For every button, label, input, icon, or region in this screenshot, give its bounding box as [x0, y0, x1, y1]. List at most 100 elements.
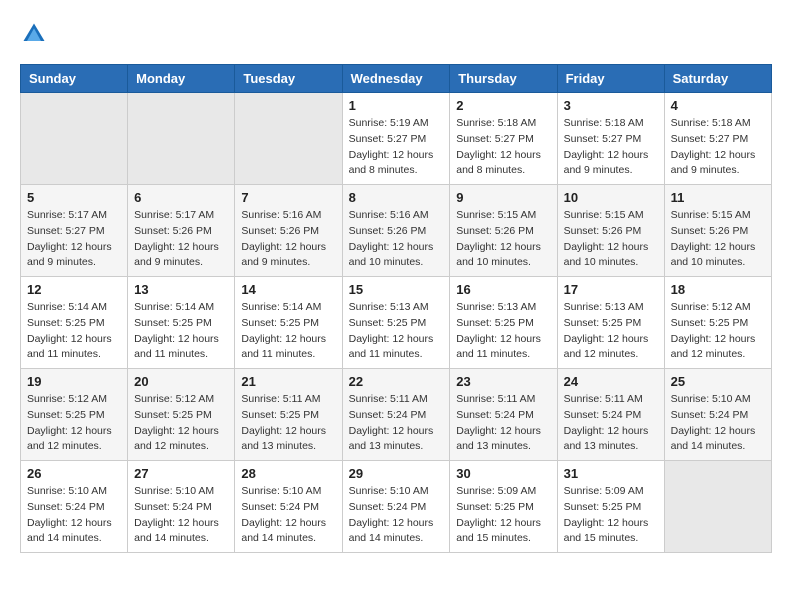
column-header-monday: Monday	[128, 65, 235, 93]
day-info: Sunrise: 5:16 AMSunset: 5:26 PMDaylight:…	[241, 208, 335, 271]
calendar-week-row: 19 Sunrise: 5:12 AMSunset: 5:25 PMDayligh…	[21, 369, 772, 461]
day-number: 12	[27, 282, 121, 297]
day-info: Sunrise: 5:12 AMSunset: 5:25 PMDaylight:…	[27, 392, 121, 455]
day-number: 7	[241, 190, 335, 205]
calendar-week-row: 1 Sunrise: 5:19 AMSunset: 5:27 PMDaylight…	[21, 93, 772, 185]
calendar-day-cell: 2 Sunrise: 5:18 AMSunset: 5:27 PMDaylight…	[450, 93, 557, 185]
day-info: Sunrise: 5:13 AMSunset: 5:25 PMDaylight:…	[456, 300, 550, 363]
day-number: 3	[564, 98, 658, 113]
calendar-day-cell: 7 Sunrise: 5:16 AMSunset: 5:26 PMDaylight…	[235, 185, 342, 277]
calendar-day-cell: 1 Sunrise: 5:19 AMSunset: 5:27 PMDaylight…	[342, 93, 450, 185]
day-number: 28	[241, 466, 335, 481]
day-number: 31	[564, 466, 658, 481]
calendar-day-cell: 24 Sunrise: 5:11 AMSunset: 5:24 PMDayligh…	[557, 369, 664, 461]
calendar-day-cell: 16 Sunrise: 5:13 AMSunset: 5:25 PMDayligh…	[450, 277, 557, 369]
day-number: 30	[456, 466, 550, 481]
column-header-sunday: Sunday	[21, 65, 128, 93]
day-number: 26	[27, 466, 121, 481]
calendar-day-cell: 12 Sunrise: 5:14 AMSunset: 5:25 PMDayligh…	[21, 277, 128, 369]
day-number: 29	[349, 466, 444, 481]
day-info: Sunrise: 5:10 AMSunset: 5:24 PMDaylight:…	[134, 484, 228, 547]
logo-icon	[20, 20, 48, 48]
calendar-day-cell: 30 Sunrise: 5:09 AMSunset: 5:25 PMDayligh…	[450, 461, 557, 553]
calendar-day-cell: 23 Sunrise: 5:11 AMSunset: 5:24 PMDayligh…	[450, 369, 557, 461]
day-number: 1	[349, 98, 444, 113]
day-info: Sunrise: 5:18 AMSunset: 5:27 PMDaylight:…	[456, 116, 550, 179]
day-info: Sunrise: 5:14 AMSunset: 5:25 PMDaylight:…	[27, 300, 121, 363]
calendar-week-row: 12 Sunrise: 5:14 AMSunset: 5:25 PMDayligh…	[21, 277, 772, 369]
page-header	[20, 20, 772, 48]
day-info: Sunrise: 5:10 AMSunset: 5:24 PMDaylight:…	[27, 484, 121, 547]
calendar-day-cell: 22 Sunrise: 5:11 AMSunset: 5:24 PMDayligh…	[342, 369, 450, 461]
calendar-day-cell: 6 Sunrise: 5:17 AMSunset: 5:26 PMDaylight…	[128, 185, 235, 277]
calendar-day-cell: 4Sunrise: 5:18 AMSunset: 5:27 PMDaylight…	[664, 93, 771, 185]
day-number: 16	[456, 282, 550, 297]
day-info: Sunrise: 5:12 AMSunset: 5:25 PMDaylight:…	[134, 392, 228, 455]
empty-day-cell	[21, 93, 128, 185]
calendar-table: SundayMondayTuesdayWednesdayThursdayFrid…	[20, 64, 772, 553]
day-info: Sunrise: 5:09 AMSunset: 5:25 PMDaylight:…	[456, 484, 550, 547]
day-info: Sunrise: 5:14 AMSunset: 5:25 PMDaylight:…	[134, 300, 228, 363]
calendar-day-cell: 19 Sunrise: 5:12 AMSunset: 5:25 PMDayligh…	[21, 369, 128, 461]
column-header-tuesday: Tuesday	[235, 65, 342, 93]
day-number: 10	[564, 190, 658, 205]
day-info: Sunrise: 5:13 AMSunset: 5:25 PMDaylight:…	[349, 300, 444, 363]
day-info: Sunrise: 5:17 AMSunset: 5:26 PMDaylight:…	[134, 208, 228, 271]
day-info: Sunrise: 5:10 AMSunset: 5:24 PMDaylight:…	[349, 484, 444, 547]
calendar-day-cell: 15 Sunrise: 5:13 AMSunset: 5:25 PMDayligh…	[342, 277, 450, 369]
day-number: 5	[27, 190, 121, 205]
calendar-week-row: 5 Sunrise: 5:17 AMSunset: 5:27 PMDaylight…	[21, 185, 772, 277]
day-info: Sunrise: 5:11 AMSunset: 5:25 PMDaylight:…	[241, 392, 335, 455]
calendar-day-cell: 28 Sunrise: 5:10 AMSunset: 5:24 PMDayligh…	[235, 461, 342, 553]
calendar-day-cell: 25 Sunrise: 5:10 AMSunset: 5:24 PMDayligh…	[664, 369, 771, 461]
day-info: Sunrise: 5:19 AMSunset: 5:27 PMDaylight:…	[349, 116, 444, 179]
day-info: Sunrise: 5:11 AMSunset: 5:24 PMDaylight:…	[349, 392, 444, 455]
empty-day-cell	[664, 461, 771, 553]
calendar-day-cell: 13Sunrise: 5:14 AMSunset: 5:25 PMDayligh…	[128, 277, 235, 369]
calendar-day-cell: 9Sunrise: 5:15 AMSunset: 5:26 PMDaylight…	[450, 185, 557, 277]
calendar-day-cell: 18Sunrise: 5:12 AMSunset: 5:25 PMDayligh…	[664, 277, 771, 369]
day-info: Sunrise: 5:15 AMSunset: 5:26 PMDaylight:…	[671, 208, 765, 271]
day-number: 24	[564, 374, 658, 389]
day-info: Sunrise: 5:09 AMSunset: 5:25 PMDaylight:…	[564, 484, 658, 547]
day-info: Sunrise: 5:11 AMSunset: 5:24 PMDaylight:…	[564, 392, 658, 455]
day-info: Sunrise: 5:13 AMSunset: 5:25 PMDaylight:…	[564, 300, 658, 363]
calendar-day-cell: 5 Sunrise: 5:17 AMSunset: 5:27 PMDaylight…	[21, 185, 128, 277]
day-info: Sunrise: 5:16 AMSunset: 5:26 PMDaylight:…	[349, 208, 444, 271]
day-info: Sunrise: 5:18 AMSunset: 5:27 PMDaylight:…	[564, 116, 658, 179]
day-number: 23	[456, 374, 550, 389]
calendar-day-cell: 10Sunrise: 5:15 AMSunset: 5:26 PMDayligh…	[557, 185, 664, 277]
day-number: 22	[349, 374, 444, 389]
day-info: Sunrise: 5:18 AMSunset: 5:27 PMDaylight:…	[671, 116, 765, 179]
calendar-day-cell: 20 Sunrise: 5:12 AMSunset: 5:25 PMDayligh…	[128, 369, 235, 461]
calendar-day-cell: 31 Sunrise: 5:09 AMSunset: 5:25 PMDayligh…	[557, 461, 664, 553]
day-number: 15	[349, 282, 444, 297]
day-info: Sunrise: 5:10 AMSunset: 5:24 PMDaylight:…	[671, 392, 765, 455]
day-info: Sunrise: 5:10 AMSunset: 5:24 PMDaylight:…	[241, 484, 335, 547]
day-number: 25	[671, 374, 765, 389]
day-number: 19	[27, 374, 121, 389]
day-number: 21	[241, 374, 335, 389]
day-number: 20	[134, 374, 228, 389]
day-number: 6	[134, 190, 228, 205]
column-header-wednesday: Wednesday	[342, 65, 450, 93]
calendar-day-cell: 27 Sunrise: 5:10 AMSunset: 5:24 PMDayligh…	[128, 461, 235, 553]
day-info: Sunrise: 5:11 AMSunset: 5:24 PMDaylight:…	[456, 392, 550, 455]
day-info: Sunrise: 5:17 AMSunset: 5:27 PMDaylight:…	[27, 208, 121, 271]
calendar-day-cell: 26 Sunrise: 5:10 AMSunset: 5:24 PMDayligh…	[21, 461, 128, 553]
empty-day-cell	[128, 93, 235, 185]
day-number: 18	[671, 282, 765, 297]
day-number: 8	[349, 190, 444, 205]
calendar-day-cell: 8 Sunrise: 5:16 AMSunset: 5:26 PMDaylight…	[342, 185, 450, 277]
empty-day-cell	[235, 93, 342, 185]
column-header-thursday: Thursday	[450, 65, 557, 93]
day-number: 11	[671, 190, 765, 205]
day-number: 27	[134, 466, 228, 481]
day-number: 14	[241, 282, 335, 297]
day-info: Sunrise: 5:14 AMSunset: 5:25 PMDaylight:…	[241, 300, 335, 363]
day-number: 2	[456, 98, 550, 113]
calendar-day-cell: 21 Sunrise: 5:11 AMSunset: 5:25 PMDayligh…	[235, 369, 342, 461]
day-number: 9	[456, 190, 550, 205]
calendar-header-row: SundayMondayTuesdayWednesdayThursdayFrid…	[21, 65, 772, 93]
column-header-saturday: Saturday	[664, 65, 771, 93]
